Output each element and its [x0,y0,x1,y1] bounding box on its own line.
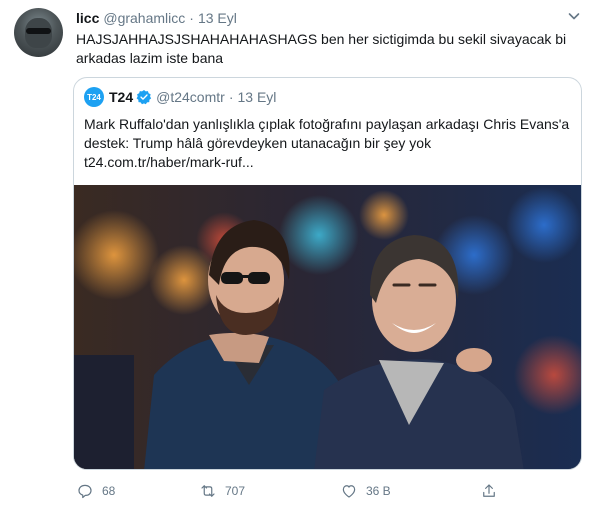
author-name[interactable]: licc [76,10,99,26]
verified-badge-icon [136,90,152,105]
share-button[interactable] [480,480,506,502]
retweet-icon [201,485,215,497]
avatar[interactable] [14,8,63,57]
tweet[interactable]: licc @grahamlicc · 13 Eyl HAJSJAHHAJSJSH… [0,0,594,508]
photo-illustration [74,185,581,469]
quoted-author-handle[interactable]: @t24comtr [156,89,225,105]
reply-icon [78,484,92,499]
tweet-header: licc @grahamlicc · 13 Eyl [76,10,237,28]
avatar-sunglasses [26,28,51,34]
heart-icon [342,485,356,498]
quoted-header: T24 T24 @t24comtr · 13 Eyl [84,87,276,107]
quoted-date[interactable]: 13 Eyl [237,89,276,105]
header-separator: · [189,10,194,26]
quoted-tweet[interactable]: T24 T24 @t24comtr · 13 Eyl Mark Ruffalo'… [73,77,582,470]
quoted-avatar[interactable]: T24 [84,87,104,107]
author-handle[interactable]: @grahamlicc [103,10,185,26]
quoted-photo[interactable] [74,185,581,469]
like-count: 36 B [366,484,391,498]
chevron-down-icon[interactable] [566,8,582,24]
share-icon [483,484,495,497]
retweet-button[interactable]: 707 [199,480,245,502]
reply-count: 68 [102,484,116,498]
reply-button[interactable]: 68 [76,480,115,502]
like-button[interactable]: 36 B [340,480,391,502]
quoted-author-name[interactable]: T24 [109,89,133,105]
retweet-count: 707 [225,484,246,498]
quoted-text: Mark Ruffalo'dan yanlışlıkla çıplak foto… [84,116,570,170]
tweet-text: HAJSJAHHAJSJSHAHAHAHASHAGS ben her sicti… [76,31,567,66]
tweet-date[interactable]: 13 Eyl [198,10,237,26]
tweet-actions: 68 707 36 B [76,480,516,502]
quoted-separator: · [228,89,234,105]
